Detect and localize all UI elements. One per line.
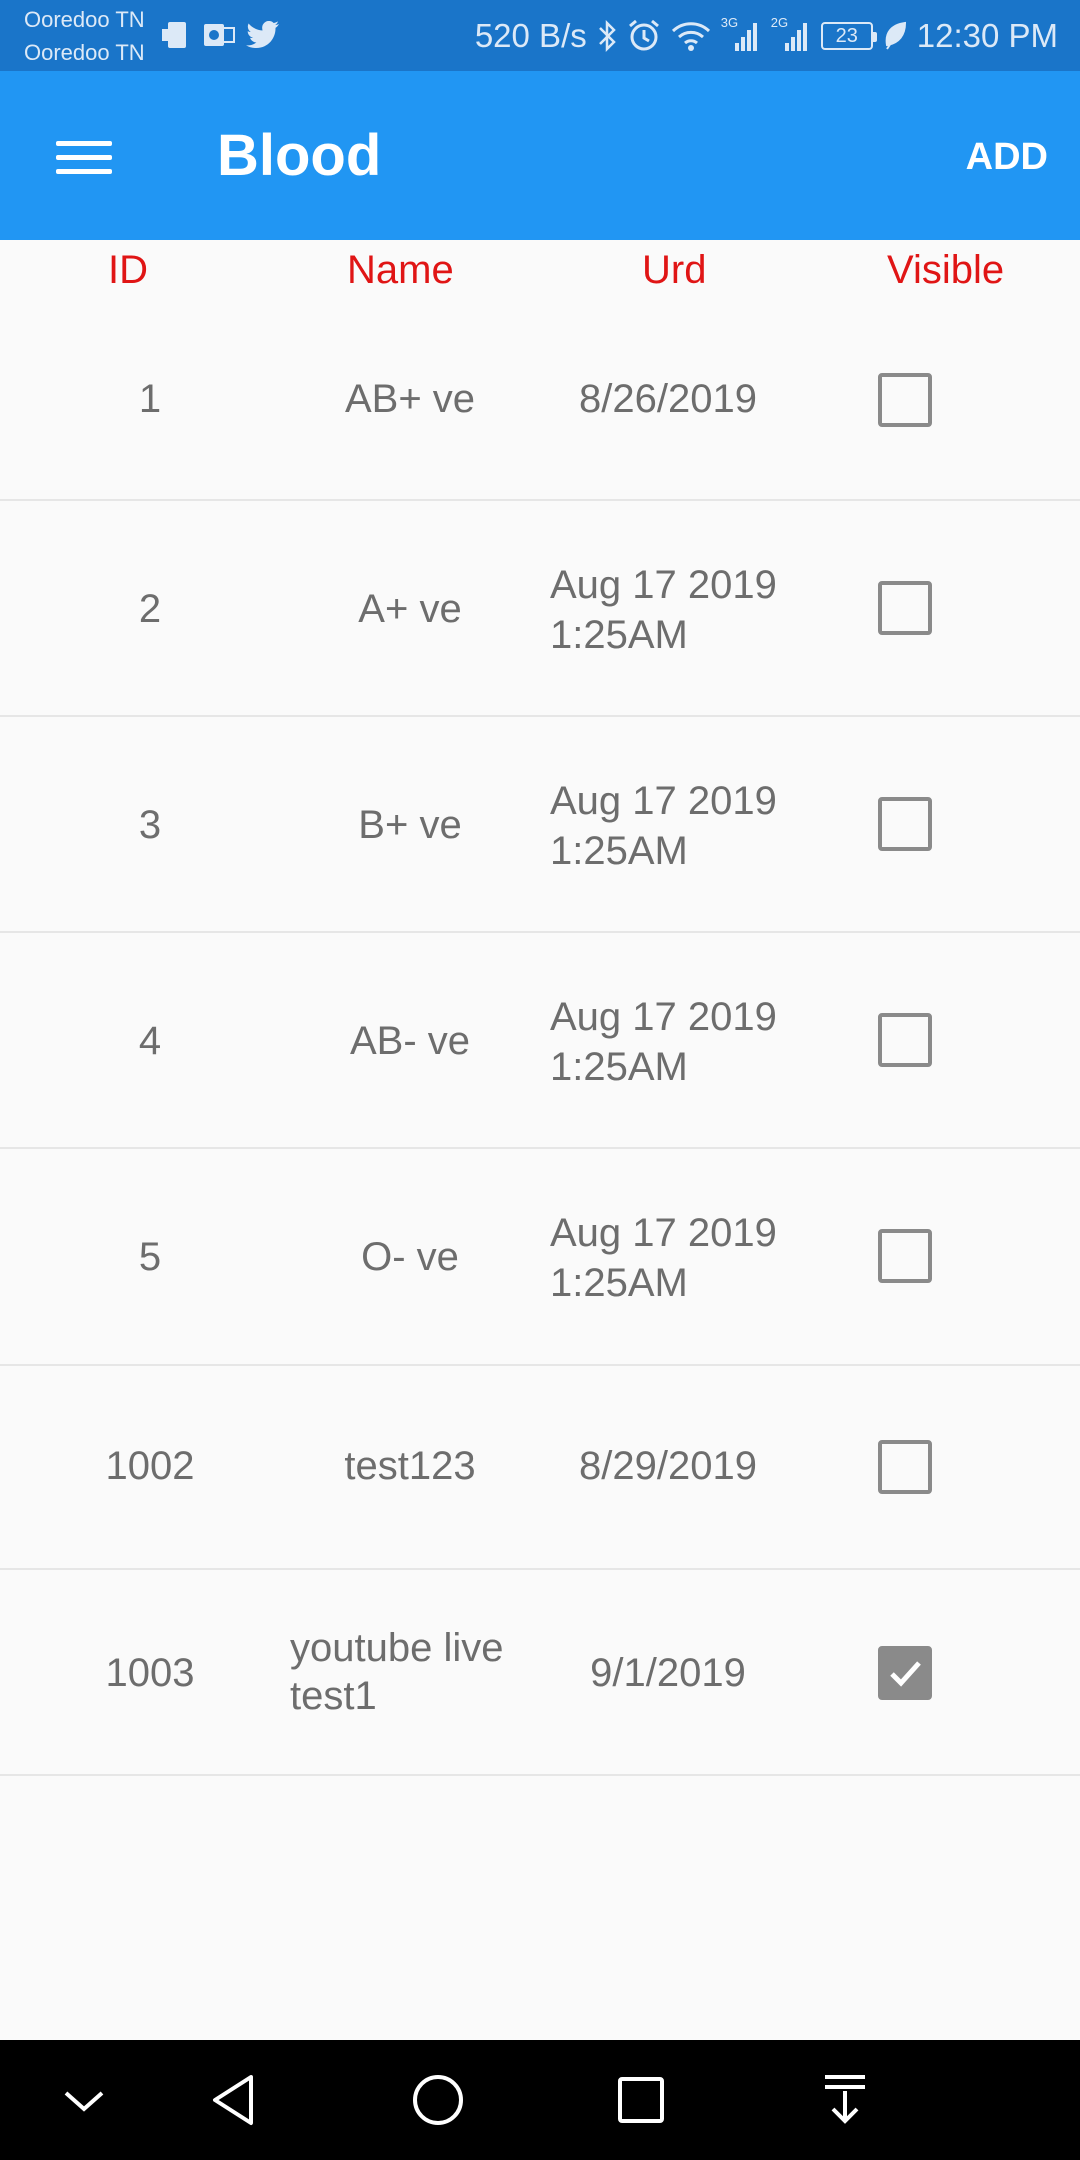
leaf-icon [883,21,907,51]
wifi-icon [671,20,711,52]
carrier-2: Ooredoo TN [24,40,145,65]
back-icon[interactable] [198,2070,270,2130]
visible-checkbox-checked[interactable] [878,1646,932,1700]
battery-icon: 23 [820,22,877,50]
cell-id: 1 [138,377,162,421]
bluetooth-icon [597,19,617,53]
cell-name-line-2: test1 [290,1674,377,1718]
alarm-icon [627,19,661,53]
visible-checkbox[interactable] [878,373,932,427]
cell-name: AB- ve [349,1019,471,1063]
header-id: ID [108,248,148,292]
visible-checkbox[interactable] [878,581,932,635]
cell-id: 3 [138,803,162,847]
cell-id: 1003 [105,1651,195,1695]
network-type-2g: 2G [770,15,789,30]
cell-name: AB+ ve [344,377,476,421]
cell-name: test123 [344,1444,476,1488]
table-row[interactable]: 1003 youtube live test1 9/1/2019 [0,1570,1080,1776]
navigation-bar [0,2040,1080,2160]
header-name: Name [347,248,454,292]
carrier-1: Ooredoo TN [24,7,145,32]
home-icon[interactable] [402,2070,474,2130]
sim-card-icon [162,19,192,51]
table-header: ID Name Urd Visible [0,240,1080,300]
cell-name: A+ ve [358,587,462,631]
cell-id: 5 [138,1235,162,1279]
signal-3g-icon: 3G [721,15,761,53]
network-speed: 520 B/s [474,17,587,54]
cell-name-line-1: youtube live [290,1626,504,1670]
visible-checkbox[interactable] [878,1229,932,1283]
table-row[interactable]: 1002 test123 8/29/2019 [0,1366,1080,1570]
signal-2g-icon: 2G [771,15,811,53]
visible-checkbox[interactable] [878,1013,932,1067]
notification-icons [162,18,280,52]
cell-id: 4 [138,1019,162,1063]
cell-urd-time: 1:25AM [550,1045,688,1089]
cell-id: 2 [138,587,162,631]
cell-urd-date: Aug 17 2019 [550,995,777,1039]
cell-urd-time: 1:25AM [550,829,688,873]
cell-urd: 8/29/2019 [579,1444,757,1488]
app-bar: Blood ADD [0,71,1080,240]
table-row[interactable]: 5 O- ve Aug 17 2019 1:25AM [0,1149,1080,1366]
visible-checkbox[interactable] [878,1440,932,1494]
header-urd: Urd [642,248,707,292]
cell-name: O- ve [361,1235,459,1279]
table-row[interactable]: 4 AB- ve Aug 17 2019 1:25AM [0,933,1080,1149]
table-row[interactable]: 2 A+ ve Aug 17 2019 1:25AM [0,501,1080,717]
cell-urd: 9/1/2019 [590,1651,746,1695]
table-row[interactable]: 3 B+ ve Aug 17 2019 1:25AM [0,717,1080,933]
twitter-icon [246,21,280,49]
cell-urd-time: 1:25AM [550,1261,688,1305]
add-button[interactable]: ADD [966,135,1048,179]
chevron-down-icon[interactable] [48,2070,120,2130]
recents-icon[interactable] [605,2070,677,2130]
cell-name: B+ ve [358,803,462,847]
outlook-icon [202,20,236,50]
download-icon[interactable] [809,2070,881,2130]
check-icon [890,1661,921,1687]
page-title: Blood [217,123,382,188]
cell-urd-time: 1:25AM [550,613,688,657]
battery-level: 23 [835,24,858,47]
cell-urd-date: Aug 17 2019 [550,1211,777,1255]
network-type-3g: 3G [720,15,739,30]
clock: 12:30 PM [916,17,1058,54]
header-visible: Visible [887,248,1005,292]
cell-urd: 8/26/2019 [579,377,757,421]
status-right: 520 B/s 3G 2G 23 12:30 PM [475,14,1058,58]
cell-urd-date: Aug 17 2019 [550,563,777,607]
visible-checkbox[interactable] [878,797,932,851]
status-bar: Ooredoo TN Ooredoo TN 520 B/s 3G 2G 23 1… [0,0,1080,71]
menu-icon[interactable] [44,127,124,187]
table-row[interactable]: 1 AB+ ve 8/26/2019 [0,300,1080,501]
cell-id: 1002 [105,1444,195,1488]
cell-urd-date: Aug 17 2019 [550,779,777,823]
